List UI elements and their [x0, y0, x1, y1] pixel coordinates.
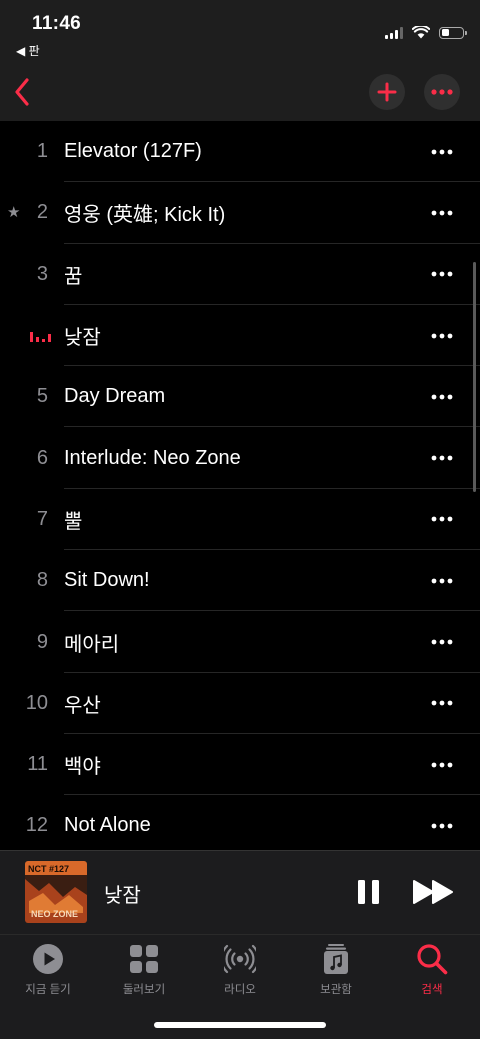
- ellipsis-icon: [431, 89, 453, 95]
- track-more-icon[interactable]: [428, 628, 456, 656]
- track-number: 12: [25, 814, 48, 837]
- track-title: Interlude: Neo Zone: [64, 446, 241, 469]
- tab-label: 지금 듣기: [25, 984, 71, 996]
- track-number: 2: [36, 201, 48, 224]
- star-icon: ★: [7, 203, 21, 221]
- track-row[interactable]: 1 Elevator (127F): [0, 121, 480, 183]
- add-button[interactable]: [369, 74, 405, 110]
- track-row[interactable]: 6 Interlude: Neo Zone: [0, 427, 480, 490]
- tab-label: 검색: [421, 984, 443, 996]
- track-title: Day Dream: [64, 385, 166, 408]
- tab-label: 둘러보기: [122, 984, 166, 996]
- mini-player[interactable]: NCT #127 NEO ZONE 낮잠: [0, 850, 480, 934]
- status-time: 11:46: [32, 13, 82, 34]
- track-number: 8: [36, 569, 48, 592]
- scrollbar[interactable]: [473, 262, 476, 492]
- track-title: 낮잠: [64, 327, 101, 350]
- track-row[interactable]: 7 뿔: [0, 489, 480, 551]
- home-indicator[interactable]: [154, 1022, 326, 1028]
- track-more-icon[interactable]: [428, 444, 456, 472]
- grid-icon: [130, 945, 158, 973]
- album-art[interactable]: NCT #127 NEO ZONE: [25, 861, 87, 923]
- pause-icon: [358, 880, 379, 904]
- track-row-now-playing[interactable]: 낮잠: [0, 305, 480, 367]
- track-row[interactable]: 12 Not Alone: [0, 795, 480, 850]
- tab-label: 라디오: [224, 984, 256, 996]
- track-number: 1: [36, 140, 48, 163]
- plus-icon: [377, 82, 397, 102]
- track-more-icon[interactable]: [428, 812, 456, 840]
- track-more-icon[interactable]: [428, 689, 456, 717]
- track-row[interactable]: 8 Sit Down!: [0, 550, 480, 612]
- track-more-icon[interactable]: [428, 751, 456, 779]
- track-number: 6: [36, 446, 48, 469]
- status-bar: 11:46 ◀ 판: [0, 0, 480, 62]
- track-more-icon[interactable]: [428, 199, 456, 227]
- now-playing-equalizer-icon: [30, 331, 51, 342]
- track-title: 뿔: [64, 510, 83, 533]
- track-more-icon[interactable]: [428, 505, 456, 533]
- track-more-icon[interactable]: [428, 260, 456, 288]
- play-circle-icon: [33, 944, 63, 974]
- track-more-icon[interactable]: [428, 383, 456, 411]
- now-playing-title[interactable]: 낮잠: [104, 851, 141, 935]
- track-row[interactable]: 3 꿈: [0, 244, 480, 306]
- track-more-icon[interactable]: [428, 567, 456, 595]
- tab-search[interactable]: 검색: [384, 943, 480, 1003]
- track-row[interactable]: 9 메아리: [0, 611, 480, 673]
- radio-icon: [224, 944, 256, 974]
- track-list: 1 Elevator (127F) ★ 2 영웅 (英雄; Kick It) 3…: [0, 121, 480, 850]
- album-art-top-text: NCT #127: [28, 864, 69, 874]
- tab-browse[interactable]: 둘러보기: [96, 943, 192, 1003]
- album-art-bottom-text: NEO ZONE: [31, 909, 78, 919]
- back-button[interactable]: [6, 72, 38, 112]
- nav-bar: [0, 62, 480, 121]
- track-row[interactable]: ★ 2 영웅 (英雄; Kick It): [0, 182, 480, 244]
- track-number: 9: [36, 630, 48, 653]
- track-number: 7: [36, 507, 48, 530]
- track-row[interactable]: 11 백야: [0, 734, 480, 796]
- track-title: 꿈: [64, 265, 83, 288]
- track-title: Sit Down!: [64, 569, 150, 592]
- tab-label: 보관함: [320, 984, 352, 996]
- search-icon: [417, 944, 448, 975]
- track-title: 백야: [64, 756, 101, 779]
- track-row[interactable]: 10 우산: [0, 673, 480, 735]
- cellular-signal-icon: [385, 26, 403, 39]
- tab-library[interactable]: 보관함: [288, 943, 384, 1003]
- track-number: 3: [36, 262, 48, 285]
- tab-radio[interactable]: 라디오: [192, 943, 288, 1003]
- fast-forward-icon: [413, 880, 453, 904]
- track-title: 우산: [64, 694, 101, 717]
- track-row[interactable]: 5 Day Dream: [0, 366, 480, 428]
- status-icons: [385, 26, 467, 39]
- skip-forward-button[interactable]: [412, 877, 456, 907]
- more-options-button[interactable]: [424, 74, 460, 110]
- track-more-icon[interactable]: [428, 138, 456, 166]
- pause-button[interactable]: [354, 877, 384, 907]
- track-number: 10: [25, 691, 48, 714]
- track-number: 11: [27, 753, 48, 776]
- chevron-left-icon: [15, 78, 29, 106]
- track-title: Elevator (127F): [64, 140, 202, 163]
- track-title: Not Alone: [64, 814, 151, 837]
- track-number: 5: [36, 385, 48, 408]
- track-title: 영웅 (英雄; Kick It): [64, 204, 226, 227]
- track-title: 메아리: [64, 633, 120, 656]
- battery-icon: [439, 26, 467, 39]
- track-more-icon[interactable]: [428, 322, 456, 350]
- back-to-app-link[interactable]: ◀ 판: [16, 42, 40, 59]
- library-icon: [324, 944, 348, 974]
- tab-listen-now[interactable]: 지금 듣기: [0, 943, 96, 1003]
- wifi-icon: [412, 26, 430, 39]
